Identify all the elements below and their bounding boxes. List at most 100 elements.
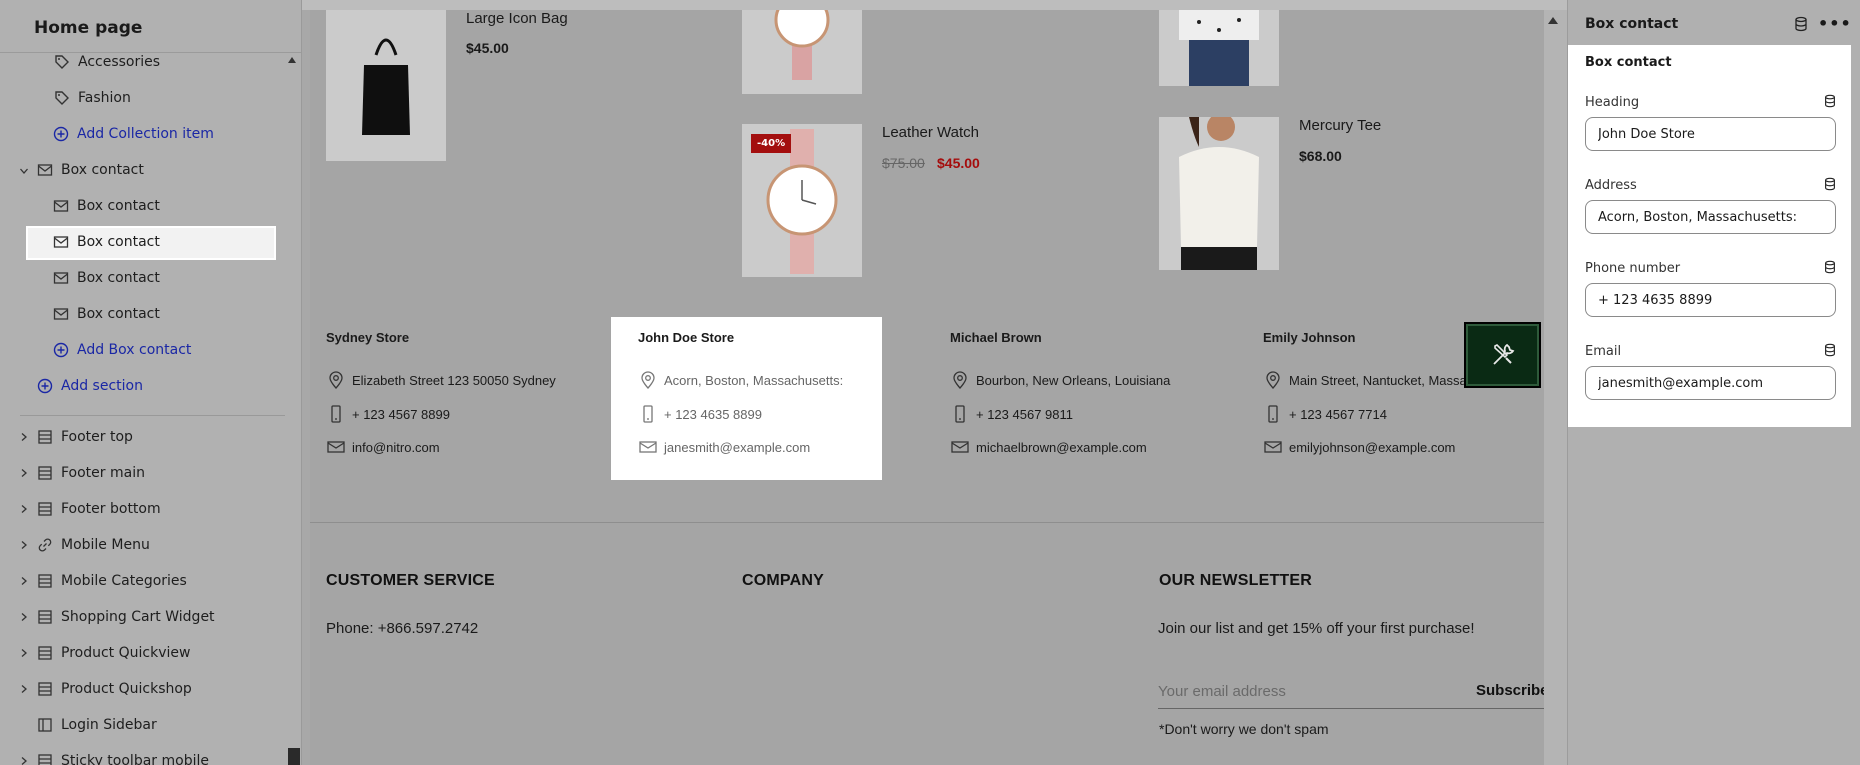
mail-icon	[326, 437, 346, 457]
product-name[interactable]: Mercury Tee	[1299, 117, 1381, 134]
customize-tools-button[interactable]	[1464, 322, 1541, 388]
sidebar-item-footer-top[interactable]: Footer top	[37, 422, 133, 452]
chevron-right-icon[interactable]	[18, 683, 30, 695]
chevron-right-icon[interactable]	[18, 611, 30, 623]
phone-number-label: Phone number	[1585, 261, 1681, 276]
add-collection-item-button[interactable]: Add Collection item	[53, 119, 214, 149]
sidebar-item-shopping-cart-widget[interactable]: Shopping Cart Widget	[37, 602, 215, 632]
database-icon[interactable]	[1823, 343, 1837, 357]
scroll-up-arrow-icon[interactable]	[1548, 17, 1558, 24]
divider	[310, 522, 1544, 523]
sidebar-item-mobile-categories[interactable]: Mobile Categories	[37, 566, 187, 596]
product-image-bag[interactable]	[326, 10, 446, 161]
footer-heading-company: COMPANY	[742, 572, 824, 589]
chevron-right-icon[interactable]	[18, 755, 30, 765]
store-email: janesmith@example.com	[638, 437, 810, 457]
store-address: Bourbon, New Orleans, Louisiana	[950, 370, 1170, 390]
sidebar-scrollbar[interactable]	[288, 748, 300, 765]
sidebar-item-label: Sticky toolbar mobile	[61, 753, 209, 765]
mail-icon	[638, 437, 658, 457]
add-box-contact-button[interactable]: Add Box contact	[53, 335, 191, 365]
store-address-text: Bourbon, New Orleans, Louisiana	[976, 372, 1171, 388]
sidebar-item-label: Product Quickshop	[61, 681, 192, 697]
store-contact-john-doe[interactable]: John Doe Store Acorn, Boston, Massachuse…	[638, 330, 878, 470]
store-email-text: emilyjohnson@example.com	[1289, 439, 1456, 455]
mail-icon	[37, 162, 53, 178]
add-section-button[interactable]: Add section	[37, 371, 143, 401]
sidebar-item-sticky-toolbar-mobile[interactable]: Sticky toolbar mobile	[37, 746, 209, 765]
sidebar-item-label: Box contact	[77, 270, 160, 286]
store-phone: + 123 4567 8899	[326, 404, 450, 424]
sidebar-item-label: Box contact	[77, 234, 160, 250]
newsletter-email-input[interactable]: Your email address	[1158, 683, 1286, 700]
chevron-down-icon[interactable]	[18, 165, 30, 177]
settings-panel: Box contact ••• Box contact Heading Addr…	[1567, 0, 1860, 765]
more-options-icon[interactable]: •••	[1818, 14, 1852, 33]
chevron-right-icon[interactable]	[18, 467, 30, 479]
product-old-price: $75.00	[882, 155, 925, 171]
sidebar-item-box-contact-selected[interactable]: Box contact	[53, 227, 160, 257]
sidebar-item-box-contact[interactable]: Box contact	[53, 263, 160, 293]
chevron-right-icon[interactable]	[18, 503, 30, 515]
sidebar-item-fashion[interactable]: Fashion	[54, 83, 131, 113]
sidebar-item-box-contact[interactable]: Box contact	[53, 191, 160, 221]
mail-icon	[53, 306, 69, 322]
heading-input[interactable]	[1585, 117, 1836, 151]
preview-scrollbar-track[interactable]	[1544, 10, 1567, 765]
address-input[interactable]	[1585, 200, 1836, 234]
database-icon[interactable]	[1823, 260, 1837, 274]
sidebar-item-footer-main[interactable]: Footer main	[37, 458, 145, 488]
store-contact-michael-brown[interactable]: Michael Brown Bourbon, New Orleans, Loui…	[950, 330, 1210, 470]
mail-icon	[950, 437, 970, 457]
store-email: emilyjohnson@example.com	[1263, 437, 1455, 457]
product-name[interactable]: Leather Watch	[882, 124, 979, 141]
database-icon[interactable]	[1823, 177, 1837, 191]
sidebar-item-product-quickview[interactable]: Product Quickview	[37, 638, 190, 668]
editor-sidebar: Home page Accessories Fashion Add Collec…	[0, 0, 302, 765]
store-address: Acorn, Boston, Massachusetts:	[638, 370, 843, 390]
product-image-mercury-tee[interactable]	[1159, 117, 1279, 270]
mail-icon	[53, 198, 69, 214]
phone-number-input[interactable]	[1585, 283, 1836, 317]
layout-icon	[37, 753, 53, 765]
sidebar-item-label: Accessories	[78, 54, 161, 70]
store-contact-sydney[interactable]: Sydney Store Elizabeth Street 123 50050 …	[326, 330, 586, 470]
chevron-right-icon[interactable]	[18, 431, 30, 443]
layout-icon	[37, 573, 53, 589]
layout-icon	[37, 681, 53, 697]
chevron-right-icon[interactable]	[18, 539, 30, 551]
product-price: $68.00	[1299, 148, 1342, 164]
sidebar-item-box-contact[interactable]: Box contact	[53, 299, 160, 329]
map-pin-icon	[326, 370, 346, 390]
product-name[interactable]: Large Icon Bag	[466, 10, 568, 27]
chevron-right-icon[interactable]	[18, 575, 30, 587]
preview-top-strip	[302, 0, 1567, 10]
product-image-tee-top[interactable]	[1159, 10, 1279, 86]
sidebar-item-accessories[interactable]: Accessories	[54, 47, 160, 77]
subscribe-button[interactable]: Subscribe	[1476, 682, 1549, 699]
footer-phone: Phone: +866.597.2742	[326, 620, 479, 637]
store-phone-text: + 123 4567 9811	[976, 406, 1073, 422]
store-email: info@nitro.com	[326, 437, 440, 457]
sidebar-item-footer-bottom[interactable]: Footer bottom	[37, 494, 161, 524]
sidebar-item-login-sidebar[interactable]: Login Sidebar	[37, 710, 157, 740]
sidebar-item-label: Footer top	[61, 429, 133, 445]
database-icon[interactable]	[1793, 16, 1809, 32]
sidebar-item-label: Mobile Menu	[61, 537, 150, 553]
store-address: Elizabeth Street 123 50050 Sydney	[326, 370, 556, 390]
scroll-up-arrow-icon[interactable]	[288, 57, 296, 63]
email-input[interactable]	[1585, 366, 1836, 400]
sidebar-item-mobile-menu[interactable]: Mobile Menu	[37, 530, 150, 560]
sidebar-item-product-quickshop[interactable]: Product Quickshop	[37, 674, 192, 704]
store-phone-text: + 123 4567 8899	[352, 406, 450, 422]
sidebar-item-box-contact-section[interactable]: Box contact	[37, 155, 144, 185]
sidebar-item-label: Add Box contact	[77, 342, 192, 358]
store-email-text: janesmith@example.com	[664, 439, 811, 455]
email-label: Email	[1585, 344, 1622, 359]
chevron-right-icon[interactable]	[18, 647, 30, 659]
database-icon[interactable]	[1823, 94, 1837, 108]
phone-icon	[326, 404, 346, 424]
product-image-watch-top[interactable]	[742, 10, 862, 94]
map-pin-icon	[950, 370, 970, 390]
store-address-text: Acorn, Boston, Massachusetts:	[664, 372, 844, 388]
